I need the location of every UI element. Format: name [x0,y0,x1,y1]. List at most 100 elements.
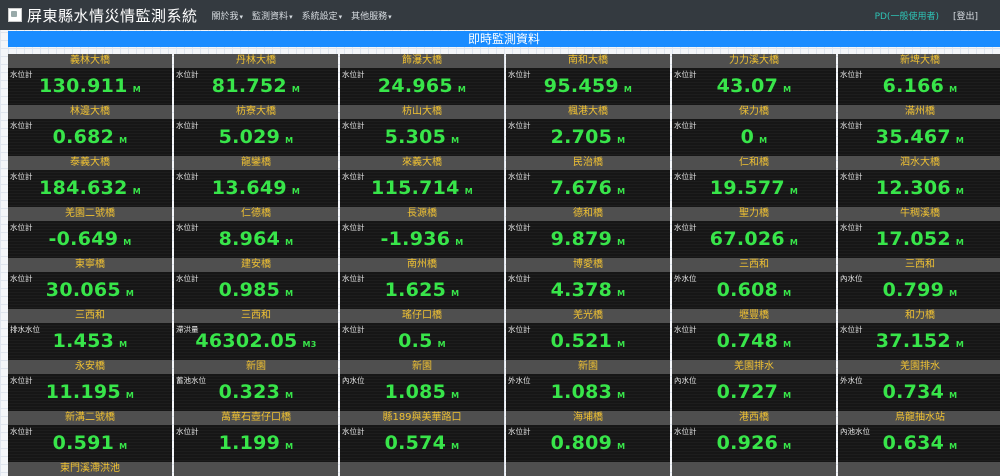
reading-value-wrap: 184.632 M [8,177,172,199]
station-card[interactable] [174,462,338,476]
station-card[interactable]: 永安橋 水位計 11.195 M [8,360,172,411]
reading-unit: M [949,442,958,451]
reading-value: 0.985 [218,279,281,301]
station-reading: 內水位 1.085 M [340,374,504,411]
reading-value: 0.809 [550,432,613,454]
station-card[interactable] [506,462,670,476]
station-card[interactable]: 瑤仔口橋 水位計 0.5 M [340,309,504,360]
reading-unit: M [455,238,464,247]
station-card[interactable]: 建安橋 水位計 0.985 M [174,258,338,309]
station-card[interactable]: 來義大橋 水位計 115.714 M [340,156,504,207]
station-name [506,462,670,476]
station-card[interactable]: 三西和 外水位 0.608 M [672,258,836,309]
station-card[interactable]: 新園 外水位 1.083 M [506,360,670,411]
station-name: 保力橋 [672,105,836,119]
station-name [174,462,338,476]
station-card[interactable]: 滿州橋 水位計 35.467 M [838,105,1000,156]
reading-value-wrap: 0.5 M [340,330,504,352]
station-card[interactable]: 力力溪大橋 水位計 43.07 M [672,54,836,105]
station-card[interactable]: 三西和 內水位 0.799 M [838,258,1000,309]
station-reading: 水位計 0.574 M [340,425,504,462]
menu-item-system-settings[interactable]: 系統設定▾ [302,9,343,22]
station-card[interactable]: 保力橋 水位計 0 M [672,105,836,156]
reading-value: 35.467 [875,126,951,148]
reading-value: 17.052 [875,228,951,250]
station-card[interactable]: 萬華石壺仔口橋 水位計 1.199 M [174,411,338,462]
reading-value: 0.748 [716,330,779,352]
station-card[interactable]: 三西和 滯洪量 46302.05 M3 [174,309,338,360]
station-card[interactable]: 仁和橋 水位計 19.577 M [672,156,836,207]
station-card[interactable]: 港西橋 水位計 0.926 M [672,411,836,462]
station-card[interactable]: 新園 蓄池水位 0.323 M [174,360,338,411]
station-reading: 水位計 9.879 M [506,221,670,258]
station-card[interactable]: 飾瀑大橋 水位計 24.965 M [340,54,504,105]
reading-value-wrap: -1.936 M [340,228,504,250]
station-card[interactable]: 枋山大橋 水位計 5.305 M [340,105,504,156]
station-card[interactable]: 壢豐橋 水位計 0.748 M [672,309,836,360]
station-name: 力力溪大橋 [672,54,836,68]
menu-item-monitoring-data[interactable]: 監測資料▾ [252,9,293,22]
station-card[interactable]: 枋寮大橋 水位計 5.029 M [174,105,338,156]
station-card[interactable] [838,462,1000,476]
caret-down-icon: ▾ [338,12,343,21]
reading-unit: M [464,187,473,196]
station-card[interactable]: 博愛橋 水位計 4.378 M [506,258,670,309]
station-card[interactable]: 縣189與美華路口 水位計 0.574 M [340,411,504,462]
station-card[interactable]: 羌園排水 內水位 0.727 M [672,360,836,411]
station-card[interactable]: 南州橋 水位計 1.625 M [340,258,504,309]
station-card[interactable]: 德和橋 水位計 9.879 M [506,207,670,258]
station-card[interactable] [340,462,504,476]
reading-unit: M [617,238,626,247]
user-name-link[interactable]: PD(一般使用者) [875,9,939,22]
station-card[interactable]: 民治橋 水位計 7.676 M [506,156,670,207]
station-card[interactable]: 龍鑾橋 水位計 13.649 M [174,156,338,207]
station-name: 丹林大橋 [174,54,338,68]
menu-item-other-services[interactable]: 其他服務▾ [351,9,392,22]
station-card[interactable]: 海埔橋 水位計 0.809 M [506,411,670,462]
station-name: 南州橋 [340,258,504,272]
station-card[interactable]: 南和大橋 水位計 95.459 M [506,54,670,105]
reading-unit: M [617,391,626,400]
station-card[interactable]: 三西和 排水水位 1.453 M [8,309,172,360]
station-card[interactable]: 仁德橋 水位計 8.964 M [174,207,338,258]
station-card[interactable]: 羌園排水 外水位 0.734 M [838,360,1000,411]
station-card[interactable]: 新埤大橋 水位計 6.166 M [838,54,1000,105]
station-card[interactable]: 東門溪滯洪池 [8,462,172,476]
station-name: 烏龍抽水站 [838,411,1000,425]
station-card[interactable]: 林邊大橋 水位計 0.682 M [8,105,172,156]
station-reading: 外水位 0.608 M [672,272,836,309]
reading-value-wrap: 0.748 M [672,330,836,352]
station-card[interactable]: 新溝二號橋 水位計 0.591 M [8,411,172,462]
station-card[interactable]: 羌園二號橋 水位計 -0.649 M [8,207,172,258]
station-card[interactable]: 義林大橋 水位計 130.911 M [8,54,172,105]
station-card[interactable]: 長源橋 水位計 -1.936 M [340,207,504,258]
station-card[interactable]: 烏龍抽水站 內池水位 0.634 M [838,411,1000,462]
station-card[interactable]: 和力橋 水位計 37.152 M [838,309,1000,360]
reading-unit: M [789,187,799,196]
reading-value-wrap: 5.029 M [174,126,338,148]
user-area: PD(一般使用者) [登出] [875,9,978,22]
station-card[interactable]: 牛稠溪橋 水位計 17.052 M [838,207,1000,258]
station-card[interactable]: 羌光橋 水位計 0.521 M [506,309,670,360]
brand[interactable]: 屏東縣水情災情監測系統 [8,5,198,26]
reading-value-wrap: 1.199 M [174,432,338,454]
reading-value: 0.323 [218,381,281,403]
reading-value: 13.649 [211,177,287,199]
station-reading: 水位計 0.5 M [340,323,504,360]
station-card[interactable]: 丹林大橋 水位計 81.752 M [174,54,338,105]
station-card[interactable]: 楓港大橋 水位計 2.705 M [506,105,670,156]
station-card[interactable]: 泰義大橋 水位計 184.632 M [8,156,172,207]
station-reading: 水位計 130.911 M [8,68,172,105]
station-card[interactable]: 東寧橋 水位計 30.065 M [8,258,172,309]
station-card[interactable]: 新園 內水位 1.085 M [340,360,504,411]
reading-unit: M [623,85,633,94]
reading-value: 19.577 [709,177,785,199]
station-card[interactable] [672,462,836,476]
station-name: 博愛橋 [506,258,670,272]
reading-value: -1.936 [380,228,451,250]
menu-item-about[interactable]: 關於我▾ [212,9,244,22]
station-card[interactable]: 泗水大橋 水位計 12.306 M [838,156,1000,207]
logout-link[interactable]: [登出] [953,9,978,22]
reading-unit: M [617,187,626,196]
station-card[interactable]: 聖力橋 水位計 67.026 M [672,207,836,258]
